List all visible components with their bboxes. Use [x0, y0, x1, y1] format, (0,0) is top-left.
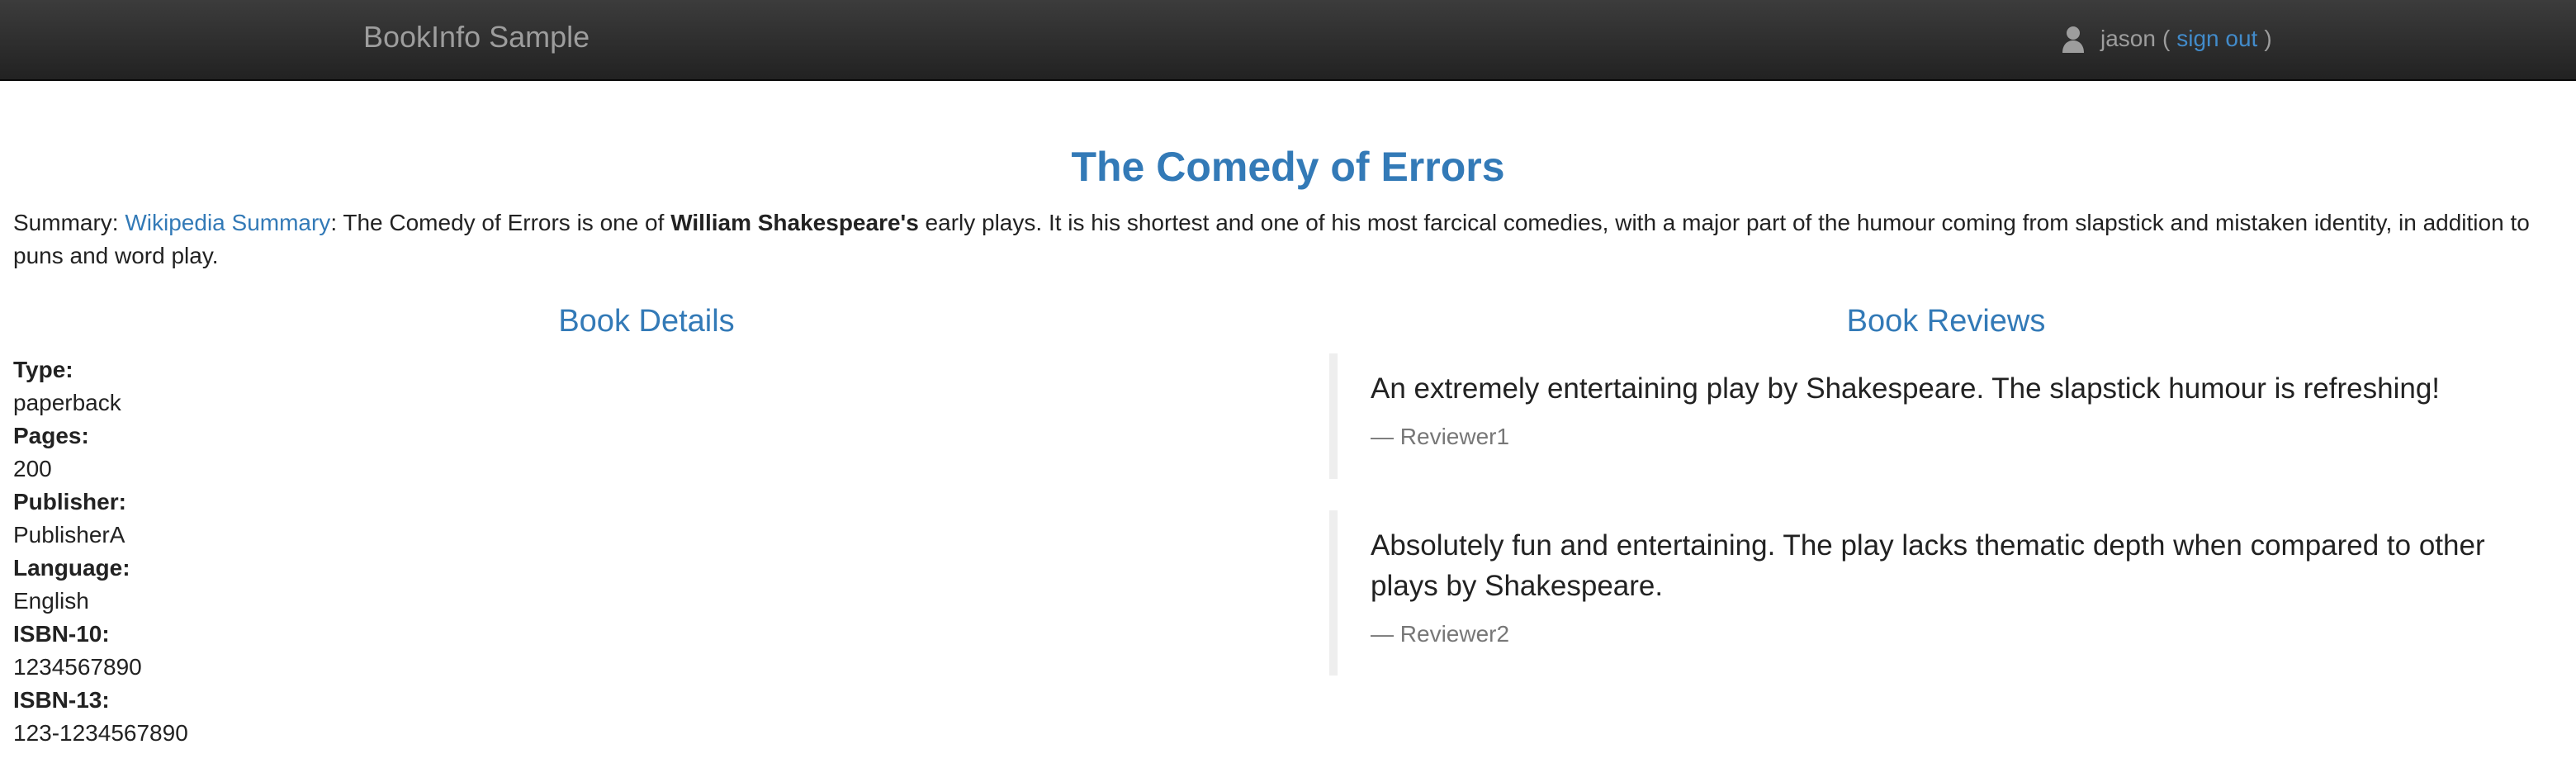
detail-language-value: English	[13, 588, 89, 614]
detail-type-value: paperback	[13, 390, 121, 415]
book-title: The Comedy of Errors	[1071, 144, 1505, 190]
book-details-section: Book Details Type: paperback Pages: 200 …	[13, 301, 1280, 746]
book-summary: Summary: Wikipedia Summary: The Comedy o…	[13, 206, 2564, 273]
detail-publisher-value: PublisherA	[13, 522, 125, 548]
review-text: An extremely entertaining play by Shakes…	[1371, 372, 2441, 405]
username: jason	[2100, 26, 2156, 51]
review-author: — Reviewer1	[1371, 424, 1510, 449]
detail-publisher-label: Publisher:	[13, 489, 126, 514]
review-text: Absolutely fun and entertaining. The pla…	[1371, 529, 2485, 602]
book-reviews-heading: Book Reviews	[1846, 304, 2046, 339]
detail-pages-value: 200	[13, 456, 52, 481]
detail-isbn13-label: ISBN-13:	[13, 687, 110, 713]
book-details-heading: Book Details	[558, 304, 735, 339]
detail-isbn13-value: 123-1234567890	[13, 720, 188, 746]
summary-prefix: Summary:	[13, 210, 125, 235]
review-blockquote: Absolutely fun and entertaining. The pla…	[1329, 510, 2563, 676]
book-reviews-section: Book Reviews An extremely entertaining p…	[1329, 301, 2563, 676]
user-icon	[2061, 25, 2086, 53]
review-blockquote: An extremely entertaining play by Shakes…	[1329, 353, 2563, 479]
review-author: — Reviewer2	[1371, 621, 1510, 647]
navbar: BookInfo Sample jason ( sign out )	[0, 0, 2576, 81]
detail-isbn10-label: ISBN-10:	[13, 621, 110, 647]
book-details-list: Type: paperback Pages: 200 Publisher: Pu…	[13, 353, 188, 750]
open-paren: (	[2162, 26, 2171, 51]
detail-pages-label: Pages:	[13, 423, 89, 448]
brand-link[interactable]: BookInfo Sample	[363, 18, 590, 56]
wikipedia-summary-link[interactable]: Wikipedia Summary	[125, 210, 330, 235]
user-area: jason ( sign out )	[2061, 21, 2279, 56]
detail-type-label: Type:	[13, 357, 73, 382]
close-paren: )	[2264, 26, 2272, 51]
detail-isbn10-value: 1234567890	[13, 654, 142, 680]
summary-text-before-author: : The Comedy of Errors is one of	[330, 210, 671, 235]
detail-language-label: Language:	[13, 555, 130, 581]
summary-author: William Shakespeare's	[670, 210, 919, 235]
sign-out-link[interactable]: sign out	[2176, 26, 2257, 52]
